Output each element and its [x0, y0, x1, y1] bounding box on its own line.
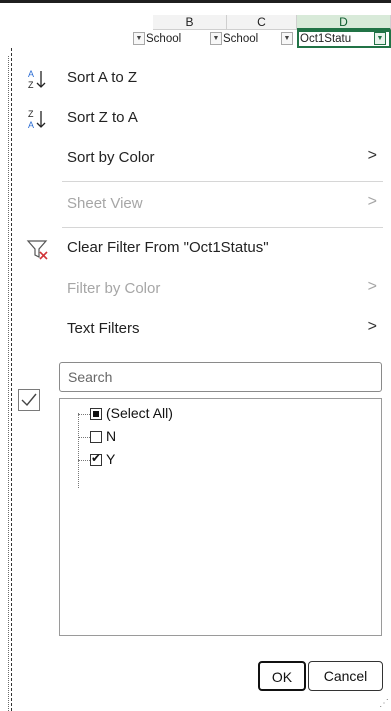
autofilter-menu: A Z Sort A to Z Z A Sort Z to A Sort by …	[14, 48, 391, 711]
n-checkbox[interactable]	[90, 431, 102, 443]
svg-text:Z: Z	[28, 80, 34, 90]
select-all-checkbox[interactable]	[90, 408, 102, 420]
list-item-label: N	[106, 428, 117, 444]
svg-text:Z: Z	[28, 109, 34, 119]
chevron-right-icon: >	[367, 278, 377, 295]
menu-sort-by-color[interactable]: Sort by Color >	[14, 141, 391, 177]
svg-text:A: A	[28, 69, 34, 79]
copy-marquee-border	[11, 48, 12, 711]
sheet-view-label: Sheet View	[67, 195, 143, 212]
sort-ascending-icon: A Z	[28, 69, 46, 90]
menu-sort-a-to-z[interactable]: A Z Sort A to Z	[14, 61, 391, 97]
column-header-c[interactable]: C	[227, 15, 297, 30]
list-item-label: Y	[106, 451, 116, 467]
chevron-right-icon: >	[367, 147, 377, 164]
chevron-right-icon: >	[367, 318, 377, 335]
filter-dropdown-button-c[interactable]: ▼	[281, 32, 293, 45]
filter-dropdown-button[interactable]: ▼	[133, 32, 145, 45]
column-header-b[interactable]: B	[153, 15, 227, 30]
menu-separator	[62, 181, 383, 182]
search-input[interactable]: Search	[59, 362, 382, 392]
text-filters-label: Text Filters	[67, 320, 140, 337]
menu-sheet-view: Sheet View >	[14, 187, 391, 223]
header-cell-school-2[interactable]: School	[223, 31, 283, 47]
filter-values-list[interactable]: (Select All) N Y	[59, 398, 382, 636]
cancel-button[interactable]: Cancel	[308, 661, 383, 691]
chevron-right-icon: >	[367, 193, 377, 210]
menu-text-filters[interactable]: Text Filters >	[14, 312, 391, 348]
sort-z-to-a-label: Sort Z to A	[67, 109, 138, 126]
y-checkbox[interactable]	[90, 451, 102, 466]
menu-clear-filter[interactable]: Clear Filter From "Oct1Status"	[14, 231, 391, 267]
menu-separator	[62, 227, 383, 228]
column-header-d[interactable]: D	[297, 15, 391, 30]
checkmark-icon	[18, 389, 40, 411]
selected-cell-outline	[297, 30, 391, 48]
filter-dropdown-button-b[interactable]: ▼	[210, 32, 222, 45]
window-top-border	[0, 0, 391, 3]
copy-marquee-border-inner	[8, 56, 9, 711]
ok-button[interactable]: OK	[258, 661, 306, 691]
sort-by-color-label: Sort by Color	[67, 149, 155, 166]
menu-filter-by-color: Filter by Color >	[14, 272, 391, 308]
sort-a-to-z-label: Sort A to Z	[67, 69, 138, 86]
resize-grip-icon[interactable]: ⋰	[379, 698, 389, 709]
svg-text:A: A	[28, 120, 34, 130]
sort-descending-icon: Z A	[28, 109, 46, 130]
tree-connector	[78, 413, 79, 488]
list-item-label: (Select All)	[106, 405, 173, 421]
clear-filter-icon	[26, 240, 48, 260]
clear-filter-label: Clear Filter From "Oct1Status"	[67, 239, 269, 256]
filter-by-color-label: Filter by Color	[67, 280, 161, 297]
menu-sort-z-to-a[interactable]: Z A Sort Z to A	[14, 101, 391, 137]
